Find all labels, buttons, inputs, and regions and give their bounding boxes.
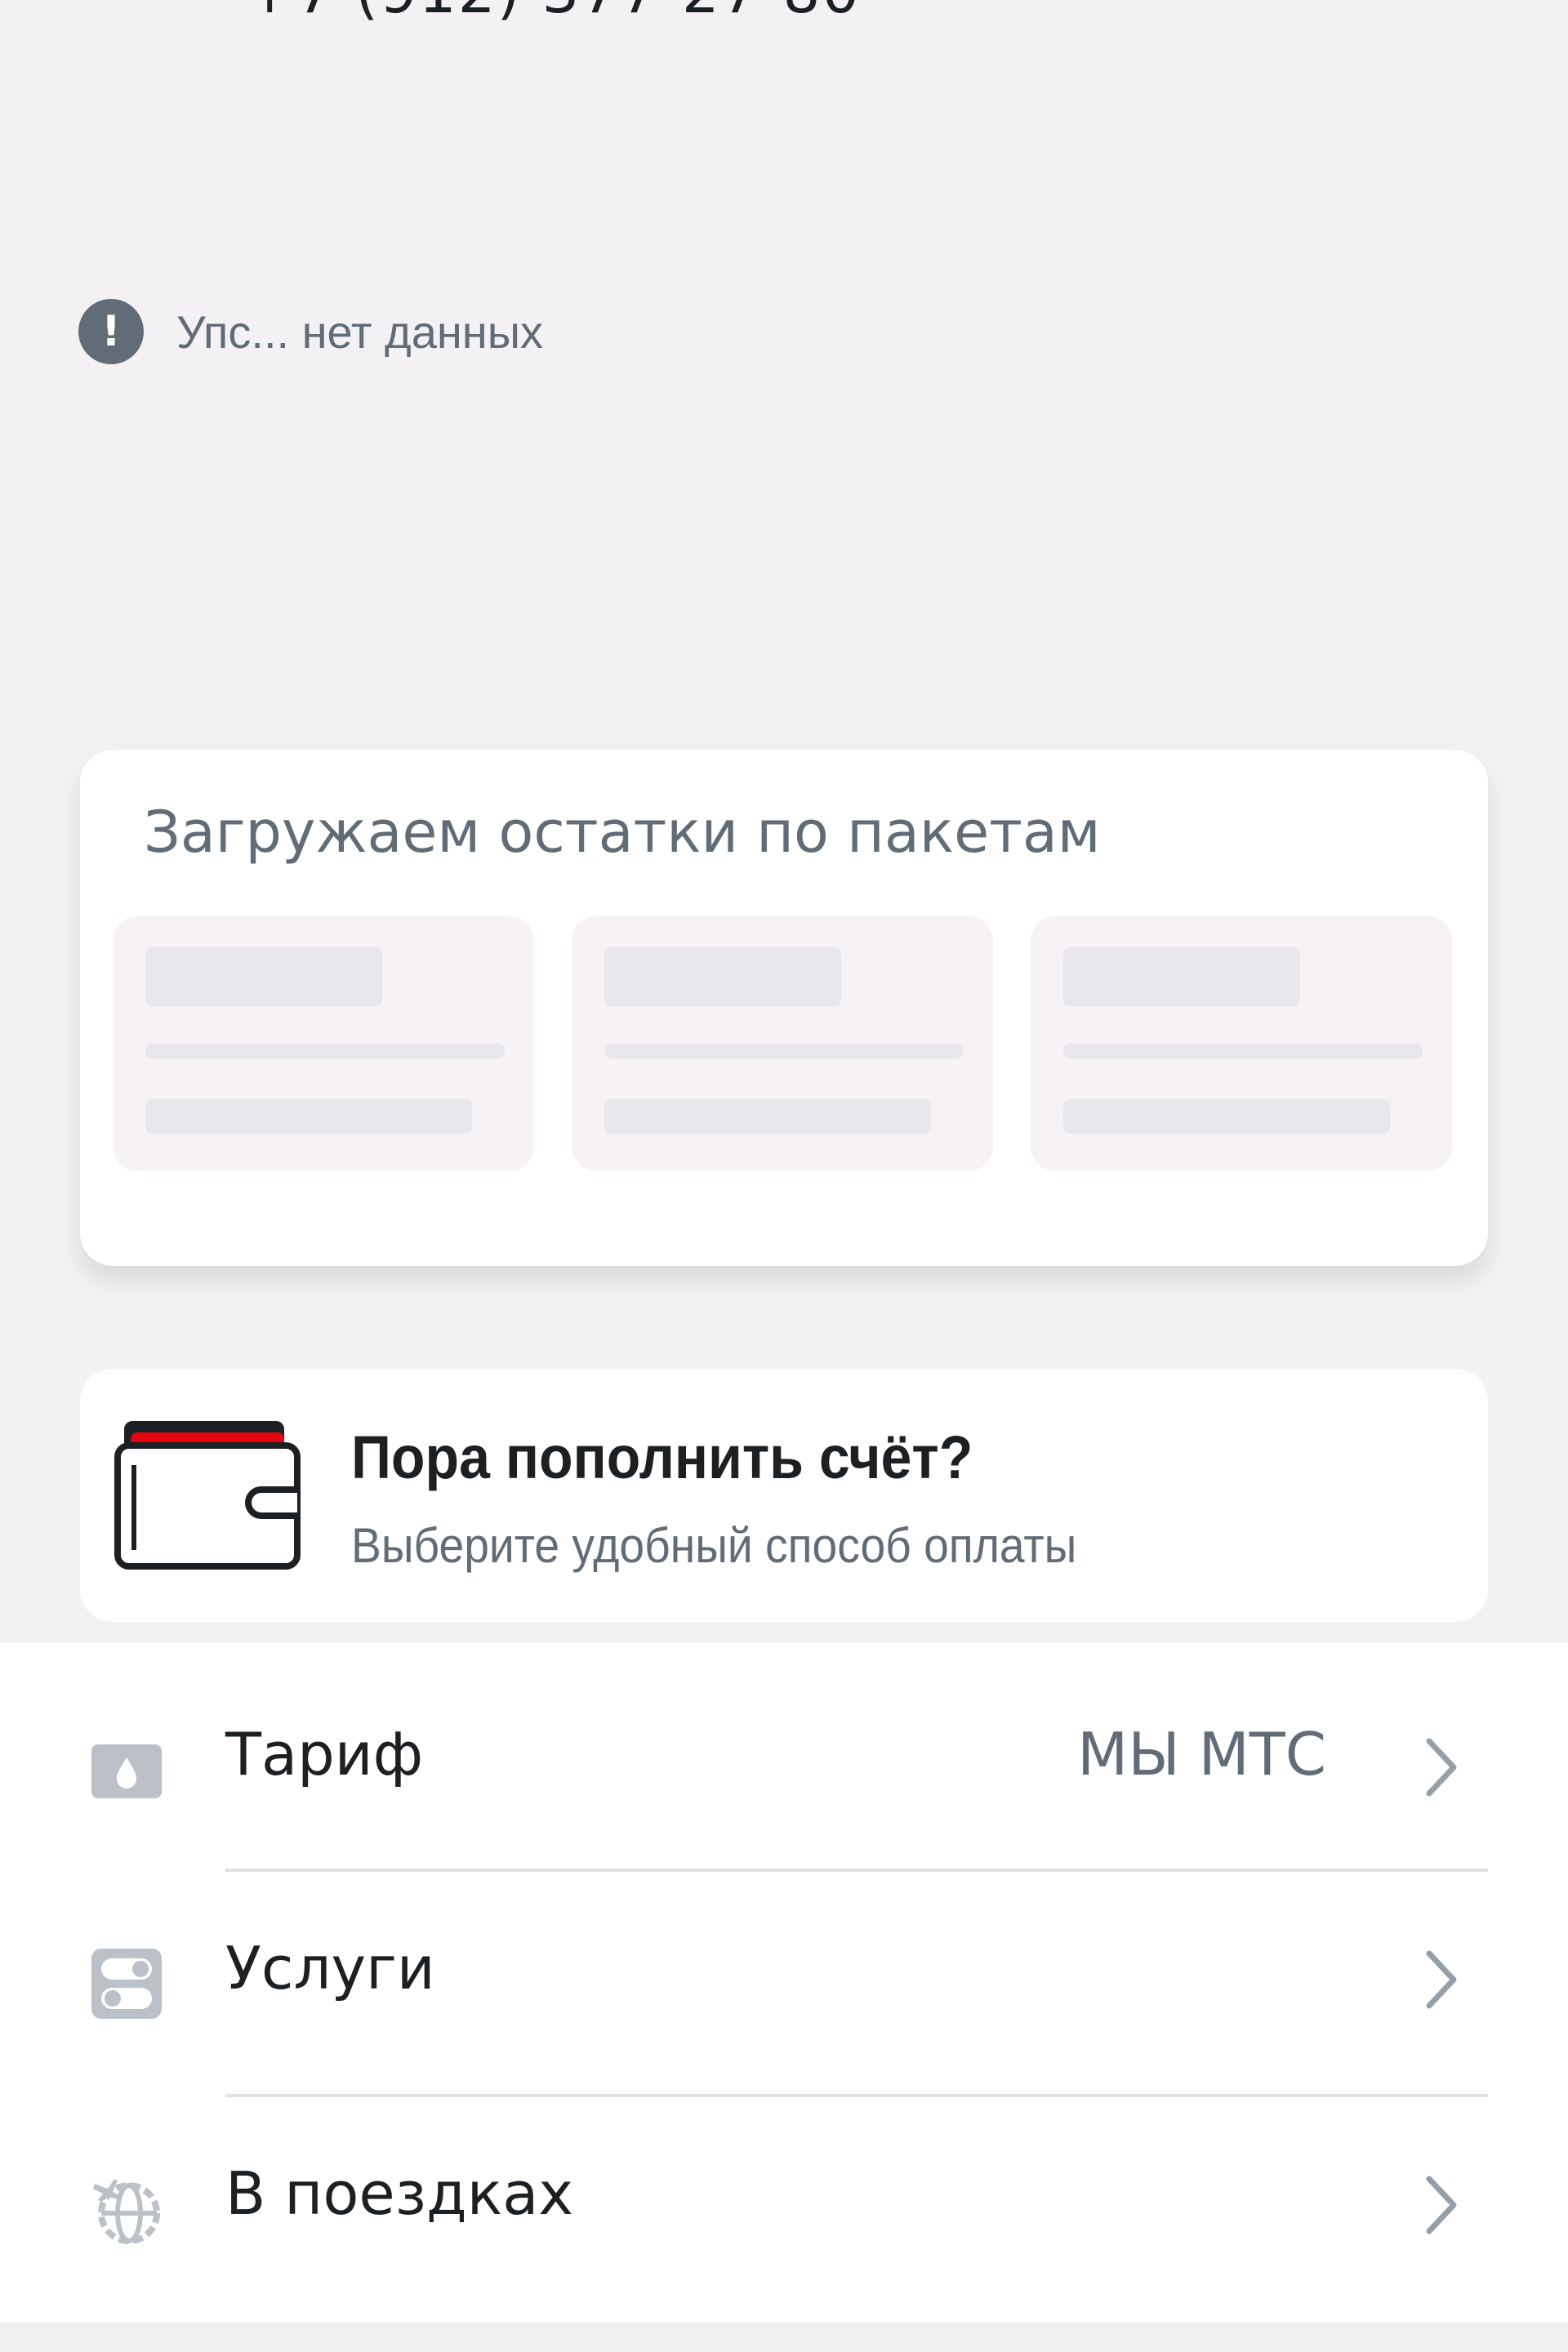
skeleton-line [604,1099,931,1134]
chevron-right-icon [1426,1950,1457,2009]
skeleton-tile [1031,916,1452,1171]
skeleton-tile [572,916,993,1171]
bottom-strip [0,2323,1568,2352]
menu-item-tariff[interactable]: Тариф МЫ МТС [0,1643,1568,1869]
menu-item-label: В поездках [225,2159,573,2228]
packets-loading-title: Загружаем остатки по пакетам [144,799,1101,866]
skeleton-line [1063,1099,1390,1134]
skeleton-line [1063,1044,1423,1058]
skeleton-tile [113,916,534,1171]
topup-subtitle: Выберите удобный способ оплаты [351,1518,1077,1573]
topup-title: Пора пополнить счёт? [351,1423,973,1491]
travel-globe-icon [93,2179,160,2244]
skeleton-line [145,1099,472,1134]
main-screen: +7 (912) 377-27-80 ! Упс... нет данных З… [0,0,1568,2352]
menu-item-services[interactable]: Услуги [0,1872,1568,2097]
error-text: Упс... нет данных [176,305,543,358]
no-data-message: ! Упс... нет данных [78,299,543,364]
skeleton-block [604,947,841,1006]
topup-banner[interactable]: Пора пополнить счёт? Выберите удобный сп… [80,1369,1488,1622]
skeleton-block [145,947,382,1006]
services-icon [91,1949,162,2019]
tariff-icon [91,1744,162,1798]
menu-item-label: Услуги [225,1934,435,2002]
chevron-right-icon [1426,2176,1457,2234]
packets-loading-card: Загружаем остатки по пакетам [80,750,1488,1266]
chevron-right-icon [1426,1738,1457,1797]
skeleton-line [145,1044,505,1058]
phone-number: +7 (912) 377-27-80 [245,0,861,26]
menu-item-value: МЫ МТС [1077,1720,1326,1788]
exclamation-circle-icon: ! [78,299,144,364]
skeleton-block [1063,947,1300,1006]
menu-list: Тариф МЫ МТС Услуги В поездках [0,1643,1568,2323]
menu-item-travel[interactable]: В поездках [0,2097,1568,2323]
wallet-icon [114,1421,301,1570]
menu-item-label: Тариф [225,1720,424,1788]
skeleton-line [604,1044,964,1058]
